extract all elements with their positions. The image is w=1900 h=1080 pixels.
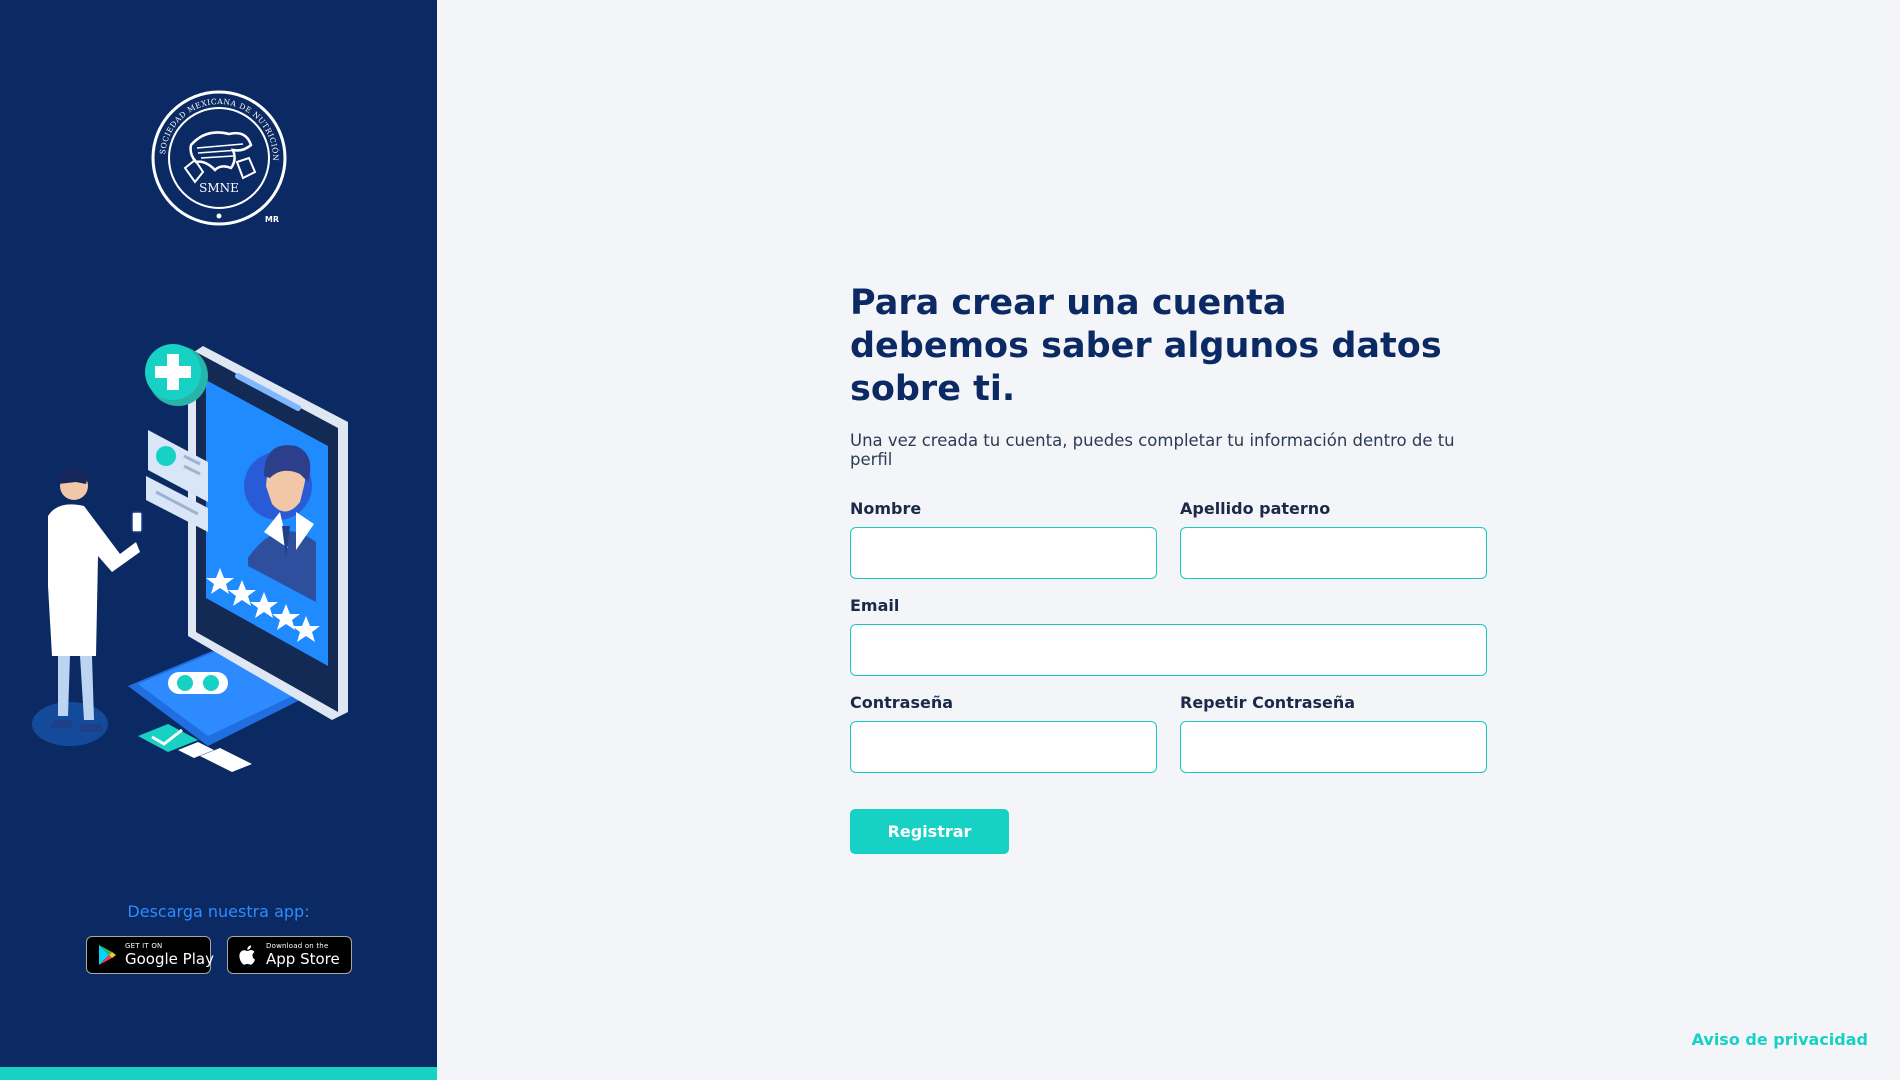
privacy-notice-link[interactable]: Aviso de privacidad <box>1692 1030 1868 1049</box>
repeat-password-label: Repetir Contraseña <box>1180 693 1356 712</box>
google-play-icon <box>99 945 116 965</box>
apellido-paterno-label: Apellido paterno <box>1180 499 1331 518</box>
password-field-group: Contraseña <box>850 693 1157 773</box>
page-subtitle: Una vez creada tu cuenta, puedes complet… <box>850 431 1455 469</box>
nombre-label: Nombre <box>850 499 922 518</box>
google-play-big-text: Google Play <box>125 950 214 968</box>
email-field-group: Email <box>850 596 1487 676</box>
svg-text:SMNE: SMNE <box>199 181 239 195</box>
email-input[interactable] <box>850 624 1487 676</box>
registration-form: Para crear una cuenta debemos saber algu… <box>850 282 1490 854</box>
nombre-field-group: Nombre <box>850 499 1157 579</box>
smne-logo: SOCIEDAD MEXICANA DE NUTRICIÓN Y ENDOCRI… <box>151 90 287 226</box>
sidebar-accent-bar <box>0 1067 437 1080</box>
google-play-small-text: GET IT ON <box>125 942 163 950</box>
doctor-phone-illustration <box>32 344 348 772</box>
apellido-paterno-input[interactable] <box>1180 527 1487 579</box>
password-label: Contraseña <box>850 693 954 712</box>
password-row: Contraseña Repetir Contraseña <box>850 693 1490 773</box>
repeat-password-input[interactable] <box>1180 721 1487 773</box>
app-store-big-text: App Store <box>266 950 340 968</box>
repeat-password-field-group: Repetir Contraseña <box>1180 693 1487 773</box>
password-input[interactable] <box>850 721 1157 773</box>
register-button[interactable]: Registrar <box>850 809 1009 854</box>
name-row: Nombre Apellido paterno <box>850 499 1490 579</box>
app-store-small-text: Download on the <box>266 942 329 950</box>
apple-icon <box>239 945 255 965</box>
store-badges: GET IT ON Google Play Download on the Ap… <box>86 936 352 974</box>
email-label: Email <box>850 596 900 615</box>
page-title: Para crear una cuenta debemos saber algu… <box>850 283 1442 409</box>
sidebar: SOCIEDAD MEXICANA DE NUTRICIÓN Y ENDOCRI… <box>0 0 437 1080</box>
email-row: Email <box>850 596 1490 676</box>
apellido-field-group: Apellido paterno <box>1180 499 1487 579</box>
nombre-input[interactable] <box>850 527 1157 579</box>
download-app-label: Descarga nuestra app: <box>127 902 310 921</box>
svg-text:MR: MR <box>265 215 279 224</box>
google-play-badge[interactable]: GET IT ON Google Play <box>86 936 214 974</box>
app-store-badge[interactable]: Download on the App Store <box>227 936 352 974</box>
